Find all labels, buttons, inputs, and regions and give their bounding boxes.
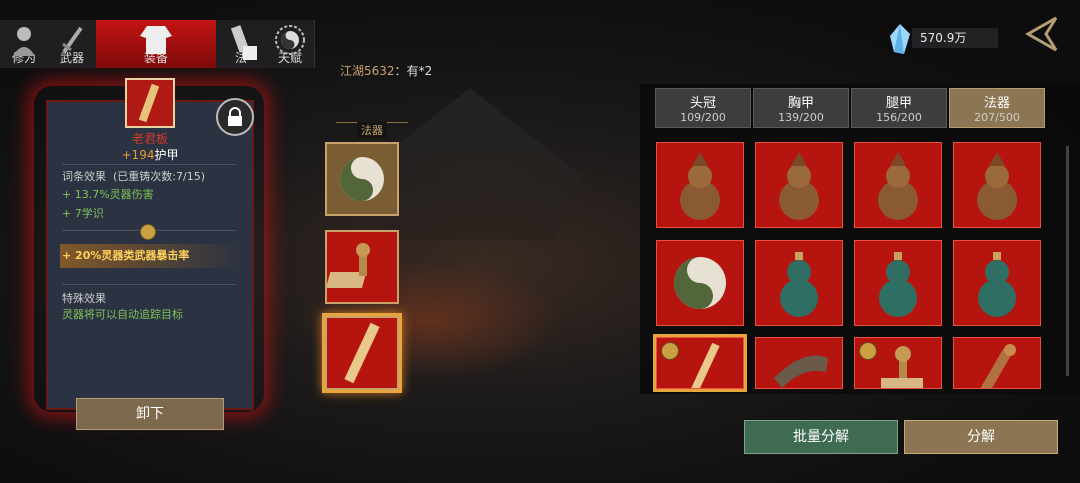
chat-line: 江湖5632：有*2	[340, 64, 433, 78]
tab-artifact[interactable]: 法	[216, 20, 267, 68]
bronze-gourd-icon	[977, 152, 1017, 220]
equipped-slot-taiji[interactable]	[325, 142, 399, 216]
equipped-slot-seal[interactable]	[325, 230, 399, 304]
inventory-scrollbar[interactable]	[1066, 146, 1069, 376]
bronze-gourd-icon	[878, 152, 918, 220]
inventory-item[interactable]	[854, 337, 942, 389]
tab-talent[interactable]: 天赋	[266, 20, 315, 68]
inventory-item[interactable]	[953, 142, 1041, 228]
divider	[62, 164, 236, 165]
special-title: 特殊效果	[62, 292, 106, 305]
inventory-item[interactable]	[656, 337, 744, 389]
category-tab-chest[interactable]: 胸甲 139/200	[753, 88, 849, 128]
slot-title: 法器	[357, 122, 387, 138]
gold-affix: + 20%灵器类武器暴击率	[60, 244, 242, 268]
affix-title: 词条效果 (已重铸次数:7/15)	[62, 170, 205, 183]
tab-cultivation[interactable]: 修为	[0, 20, 49, 68]
tab-equipment[interactable]: 装备	[96, 20, 217, 68]
horn-icon	[774, 355, 828, 388]
equipped-slot-tablet[interactable]	[325, 316, 399, 390]
inventory-item[interactable]	[854, 142, 942, 228]
item-armor: +194护甲	[121, 148, 179, 162]
tablet-icon	[344, 322, 380, 384]
category-tab-artifact[interactable]: 法器 207/500	[949, 88, 1045, 128]
chat-user[interactable]: 江湖5632	[340, 64, 395, 78]
currency-amount: 570.9万	[912, 28, 998, 48]
jade-gourd-icon	[780, 252, 818, 317]
staff-icon	[978, 344, 1016, 388]
affix-line: + 13.7%灵器伤害	[62, 188, 154, 201]
batch-decompose-button[interactable]: 批量分解	[744, 420, 898, 454]
inventory-item[interactable]	[854, 240, 942, 326]
item-icon	[125, 78, 175, 128]
medal-icon	[859, 342, 877, 360]
divider	[62, 284, 236, 285]
unequip-button[interactable]: 卸下	[76, 398, 224, 430]
tablet-icon	[138, 83, 160, 123]
inventory-item[interactable]	[953, 337, 1041, 389]
inventory-item[interactable]	[755, 240, 843, 326]
person-icon	[13, 27, 35, 56]
inventory-item[interactable]	[656, 240, 744, 326]
decompose-button[interactable]: 分解	[904, 420, 1058, 454]
seal-stamp-icon	[325, 243, 370, 288]
bronze-gourd-icon	[680, 152, 720, 220]
artifact-icon	[230, 25, 257, 60]
medal-icon	[661, 342, 679, 360]
inventory-item[interactable]	[656, 142, 744, 228]
tab-weapons[interactable]: 武器	[48, 20, 97, 68]
inventory-item[interactable]	[755, 337, 843, 389]
category-tab-helmet[interactable]: 头冠 109/200	[655, 88, 751, 128]
inventory-item[interactable]	[953, 240, 1041, 326]
item-name: 老君板	[131, 132, 168, 146]
lock-icon	[228, 107, 242, 126]
taiji-jade-icon	[340, 157, 384, 201]
inventory-item[interactable]	[755, 142, 843, 228]
special-text: 灵器将可以自动追踪目标	[62, 308, 183, 321]
crystal-gem-icon	[890, 24, 910, 54]
robe-icon	[140, 26, 172, 54]
jade-gourd-icon	[978, 252, 1016, 317]
category-tab-legs[interactable]: 腿甲 156/200	[851, 88, 947, 128]
chat-message: 有*2	[406, 64, 433, 78]
taiji-jade-icon	[674, 257, 726, 309]
bronze-gourd-icon	[779, 152, 819, 220]
affix-line: + 7学识	[62, 207, 104, 220]
medal-icon	[140, 224, 156, 240]
sword-icon	[62, 26, 83, 54]
menu-emblem-icon[interactable]	[1022, 14, 1062, 54]
taiji-icon	[275, 25, 305, 55]
jade-gourd-icon	[879, 252, 917, 317]
